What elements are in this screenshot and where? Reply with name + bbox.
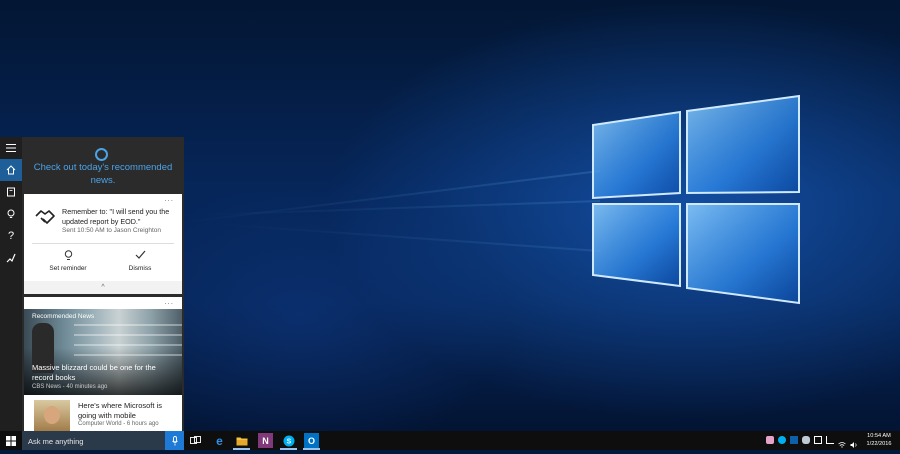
tray-people-icon[interactable] xyxy=(766,436,774,444)
clock-time: 10:54 AM xyxy=(867,433,891,439)
more-options-icon[interactable]: ... xyxy=(164,194,174,203)
set-reminder-label: Set reminder xyxy=(49,265,87,272)
hamburger-icon[interactable] xyxy=(0,137,22,159)
handshake-icon xyxy=(35,210,55,224)
story-thumbnail-face xyxy=(44,406,60,424)
taskbar: e N S O 10:54 AM 1/22/2016 xyxy=(0,431,900,450)
lightbulb-icon[interactable] xyxy=(0,203,22,225)
reminder-sent: Sent 10:50 AM to Jason Creighton xyxy=(62,227,162,234)
dismiss-label: Dismiss xyxy=(128,265,152,272)
light-beam xyxy=(220,223,601,252)
clock-date: 1/22/2016 xyxy=(866,441,892,447)
volume-icon[interactable] xyxy=(850,436,858,448)
news-source: CBS News - 40 minutes ago xyxy=(32,384,108,390)
news-image-shelves xyxy=(74,324,182,364)
skype-icon[interactable]: S xyxy=(281,433,296,448)
recommended-news-label: Recommended News xyxy=(32,313,95,320)
svg-text:S: S xyxy=(286,438,291,445)
lightbulb-icon xyxy=(38,250,98,263)
windows-start-icon[interactable] xyxy=(0,431,22,450)
cortana-rail: ? xyxy=(0,137,22,431)
help-icon[interactable]: ? xyxy=(0,225,22,247)
reminder-card[interactable]: ... Remember to: "I will send you the up… xyxy=(24,194,182,294)
tray-cloud-icon[interactable] xyxy=(802,436,810,444)
news-image[interactable]: Recommended News Massive blizzard could … xyxy=(24,309,182,395)
cortana-headline: Check out today's recommended news. xyxy=(33,162,173,186)
collapse-chevron-icon[interactable]: ^ xyxy=(24,281,182,294)
task-view-icon[interactable] xyxy=(188,433,203,448)
tray-battery-icon[interactable] xyxy=(826,436,834,444)
feedback-icon[interactable] xyxy=(0,247,22,269)
story-source: Computer World - 6 hours ago xyxy=(78,421,159,427)
file-explorer-icon[interactable] xyxy=(234,433,249,448)
divider xyxy=(32,243,174,244)
windows-logo-wallpaper xyxy=(592,94,800,305)
edge-icon[interactable]: e xyxy=(212,433,227,448)
cortana-panel: ? Check out today's recommended news. ..… xyxy=(0,137,184,431)
taskbar-clock[interactable]: 10:54 AM 1/22/2016 xyxy=(862,432,896,448)
more-options-icon[interactable]: ... xyxy=(164,297,174,306)
tray-notification-icon[interactable] xyxy=(814,436,822,444)
story-title[interactable]: Here's where Microsoft is going with mob… xyxy=(78,401,178,420)
search-input[interactable] xyxy=(26,433,166,450)
search-box[interactable] xyxy=(22,431,184,450)
notebook-icon[interactable] xyxy=(0,181,22,203)
tray-skype-icon[interactable] xyxy=(778,436,786,444)
outlook-icon[interactable]: O xyxy=(304,433,319,448)
news-headline[interactable]: Massive blizzard could be one for the re… xyxy=(32,363,178,382)
light-beam xyxy=(200,200,601,216)
microphone-icon[interactable] xyxy=(165,431,184,450)
home-icon[interactable] xyxy=(0,159,22,181)
checkmark-icon xyxy=(110,250,170,263)
news-card[interactable]: ... Recommended News Massive blizzard co… xyxy=(24,297,182,431)
wifi-icon[interactable] xyxy=(838,436,846,448)
cortana-content: Check out today's recommended news. ... … xyxy=(22,137,184,431)
tray-outlook-icon[interactable] xyxy=(790,436,798,444)
dismiss-button[interactable]: Dismiss xyxy=(110,250,170,272)
light-beam xyxy=(183,170,601,224)
story-thumbnail[interactable] xyxy=(34,400,70,431)
onenote-icon[interactable]: N xyxy=(258,433,273,448)
reminder-text: Remember to: "I will send you the update… xyxy=(62,207,170,226)
set-reminder-button[interactable]: Set reminder xyxy=(38,250,98,272)
cortana-circle-icon xyxy=(95,148,108,161)
